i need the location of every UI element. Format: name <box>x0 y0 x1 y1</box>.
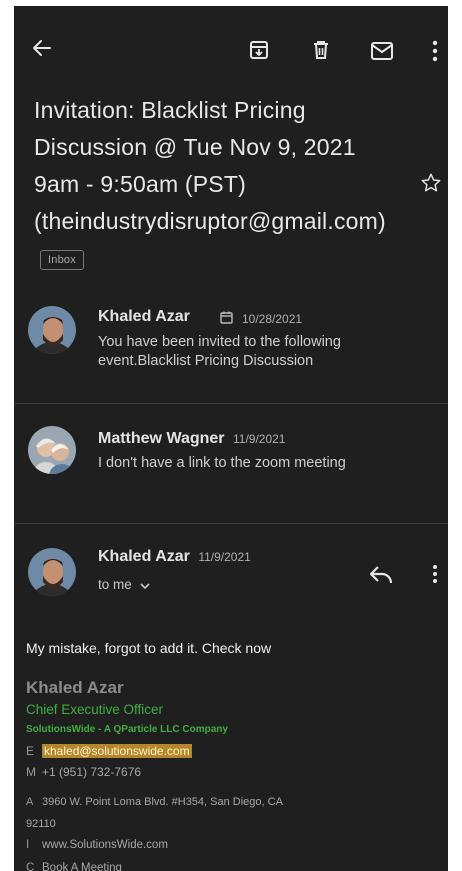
delete-icon[interactable] <box>311 39 331 61</box>
web-label: I <box>26 839 30 851</box>
star-icon[interactable] <box>420 172 442 194</box>
signature-web-line: Iwww.SolutionsWide.com <box>26 839 168 851</box>
message-snippet: You have been invited to the following e… <box>98 334 341 369</box>
subject-text: Invitation: Blacklist Pricing Discussion… <box>34 97 386 234</box>
phone-link[interactable]: +1 (951) 732-7676 <box>42 765 141 779</box>
divider <box>14 403 448 404</box>
email-subject: Invitation: Blacklist Pricing Discussion… <box>34 92 404 277</box>
reply-icon[interactable] <box>369 564 393 584</box>
divider <box>14 523 448 524</box>
chevron-down-icon <box>139 578 150 593</box>
sender-name: Khaled Azar 11/9/2021 <box>98 548 251 566</box>
mail-icon[interactable] <box>370 41 394 61</box>
signature-address-line: A 3960 W. Point Loma Blvd. #H354, San Die… <box>26 796 283 808</box>
address-label: A <box>26 796 34 808</box>
message-body: My mistake, forgot to add it. Check now <box>26 640 272 656</box>
signature-company: SolutionsWide - A QParticle LLC Company <box>26 724 228 735</box>
signature-extra-line: C Book A Meeting <box>26 862 122 871</box>
email-label: E <box>26 744 35 758</box>
sender-name: Khaled Azar <box>98 308 190 325</box>
back-arrow-icon[interactable] <box>30 36 54 60</box>
avatar <box>28 548 76 596</box>
signature-title: Chief Executive Officer <box>26 702 164 717</box>
recipient-toggle[interactable]: to me <box>98 577 150 593</box>
email-link[interactable]: khaled@solutionswide.com <box>42 744 192 758</box>
message-snippet: I don't have a link to the zoom meeting <box>98 455 346 471</box>
sender-name-text: Khaled Azar <box>98 548 190 565</box>
email-screen: Invitation: Blacklist Pricing Discussion… <box>14 6 448 871</box>
inbox-label-chip[interactable]: Inbox <box>40 249 84 270</box>
address-line-1: 3960 W. Point Loma Blvd. #H354, San Dieg… <box>42 796 283 808</box>
sender-name: Matthew Wagner 11/9/2021 <box>98 430 285 448</box>
sender-name-text: Matthew Wagner <box>98 430 225 447</box>
more-vert-icon[interactable] <box>432 564 438 584</box>
calendar-icon <box>220 311 233 324</box>
signature-name: Khaled Azar <box>26 678 124 697</box>
message-date: 10/28/2021 <box>242 312 303 326</box>
extra-label: C <box>26 862 35 871</box>
signature-address-line-2: 92110 <box>26 818 56 830</box>
avatar <box>28 306 76 354</box>
phone-label: M <box>26 765 36 779</box>
recipient-text: to me <box>98 577 132 592</box>
archive-icon[interactable] <box>248 39 270 61</box>
message-date: 11/9/2021 <box>198 550 251 564</box>
book-meeting-link[interactable]: Book A Meeting <box>42 862 122 871</box>
signature-email-line: Ekhaled@solutionswide.com <box>26 744 192 758</box>
address-line-2: 92110 <box>26 818 56 830</box>
more-vert-icon[interactable] <box>432 40 438 62</box>
avatar <box>28 426 76 474</box>
signature-phone-line: M +1 (951) 732-7676 <box>26 765 141 779</box>
web-link[interactable]: www.SolutionsWide.com <box>42 839 168 851</box>
message-date: 11/9/2021 <box>232 432 286 446</box>
